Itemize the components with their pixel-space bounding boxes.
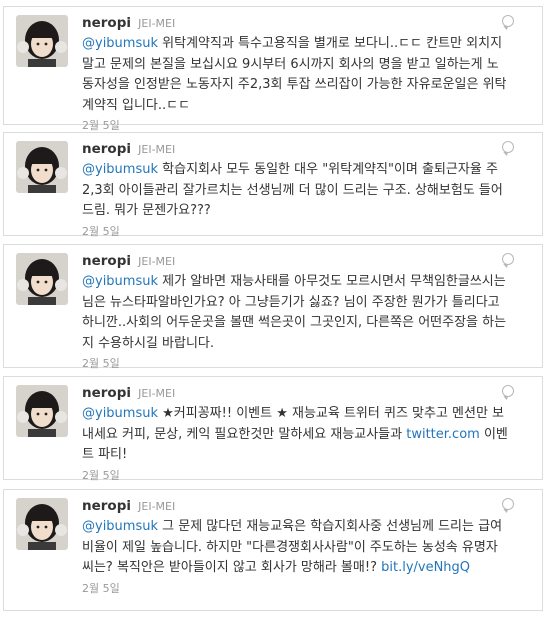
timestamp[interactable]: 2월 5일 (82, 224, 508, 240)
tweet-text: @yibumsuk ★커피꽁짜!! 이벤트 ★ 재능교육 트위터 퀴즈 맞추고 … (82, 404, 508, 466)
mention-link[interactable]: @yibumsuk (82, 274, 158, 289)
full-name: JEI-MEI (138, 387, 176, 400)
full-name: JEI-MEI (138, 17, 176, 30)
tweet-text: @yibumsuk 제가 알바면 재능사태를 아무것도 모르시면서 무책임한글쓰… (82, 272, 508, 354)
reply-bubble-icon[interactable] (502, 15, 514, 27)
tweet-feed: neropi JEI-MEI @yibumsuk 위탁계약직과 특수고용직을 별… (0, 0, 547, 618)
tweet-content: neropi JEI-MEI @yibumsuk 위탁계약직과 특수고용직을 별… (82, 14, 508, 134)
timestamp[interactable]: 2월 5일 (82, 468, 508, 484)
tweet-content: neropi JEI-MEI @yibumsuk 그 문제 많다던 재능교육은 … (82, 497, 508, 597)
avatar[interactable] (16, 385, 68, 437)
reply-bubble-icon[interactable] (502, 141, 514, 153)
tweet-text: @yibumsuk 학습지회사 모두 동일한 대우 "위탁계약직"이며 출퇴근자… (82, 160, 508, 222)
reply-bubble-icon[interactable] (502, 253, 514, 265)
tweet-item: neropi JEI-MEI @yibumsuk 제가 알바면 재능사태를 아무… (3, 244, 543, 370)
full-name: JEI-MEI (138, 500, 176, 513)
tweet-header: neropi JEI-MEI (82, 252, 508, 271)
tweet-header: neropi JEI-MEI (82, 497, 508, 516)
timestamp[interactable]: 2월 5일 (82, 356, 508, 372)
mention-link[interactable]: @yibumsuk (82, 406, 158, 421)
tweet-item: neropi JEI-MEI @yibumsuk ★커피꽁짜!! 이벤트 ★ 재… (3, 376, 543, 482)
tweet-text: @yibumsuk 위탁계약직과 특수고용직을 별개로 보다니..ㄷㄷ 칸트만 … (82, 34, 508, 116)
timestamp[interactable]: 2월 5일 (82, 581, 508, 597)
tweet-item: neropi JEI-MEI @yibumsuk 학습지회사 모두 동일한 대우… (3, 132, 543, 238)
avatar[interactable] (16, 253, 68, 305)
tweet-text: @yibumsuk 그 문제 많다던 재능교육은 학습지회사중 선생님께 드리는… (82, 517, 508, 579)
full-name: JEI-MEI (138, 143, 176, 156)
avatar[interactable] (16, 141, 68, 193)
reply-bubble-icon[interactable] (502, 498, 514, 510)
screen-name[interactable]: neropi (82, 385, 131, 401)
tweet-header: neropi JEI-MEI (82, 384, 508, 403)
mention-link[interactable]: @yibumsuk (82, 36, 158, 51)
avatar[interactable] (16, 15, 68, 67)
screen-name[interactable]: neropi (82, 15, 131, 31)
screen-name[interactable]: neropi (82, 141, 131, 157)
tweet-item: neropi JEI-MEI @yibumsuk 그 문제 많다던 재능교육은 … (3, 489, 543, 611)
full-name: JEI-MEI (138, 255, 176, 268)
mention-link[interactable]: @yibumsuk (82, 162, 158, 177)
screen-name[interactable]: neropi (82, 253, 131, 269)
tweet-header: neropi JEI-MEI (82, 14, 508, 33)
tweet-content: neropi JEI-MEI @yibumsuk 학습지회사 모두 동일한 대우… (82, 140, 508, 240)
screen-name[interactable]: neropi (82, 498, 131, 514)
tweet-header: neropi JEI-MEI (82, 140, 508, 159)
reply-bubble-icon[interactable] (502, 385, 514, 397)
tweet-content: neropi JEI-MEI @yibumsuk ★커피꽁짜!! 이벤트 ★ 재… (82, 384, 508, 484)
mention-link[interactable]: @yibumsuk (82, 519, 158, 534)
tweet-item: neropi JEI-MEI @yibumsuk 위탁계약직과 특수고용직을 별… (3, 6, 543, 132)
url-link[interactable]: bit.ly/veNhgQ (381, 560, 470, 575)
avatar[interactable] (16, 498, 68, 550)
url-link[interactable]: twitter.com (406, 427, 480, 442)
tweet-content: neropi JEI-MEI @yibumsuk 제가 알바면 재능사태를 아무… (82, 252, 508, 372)
